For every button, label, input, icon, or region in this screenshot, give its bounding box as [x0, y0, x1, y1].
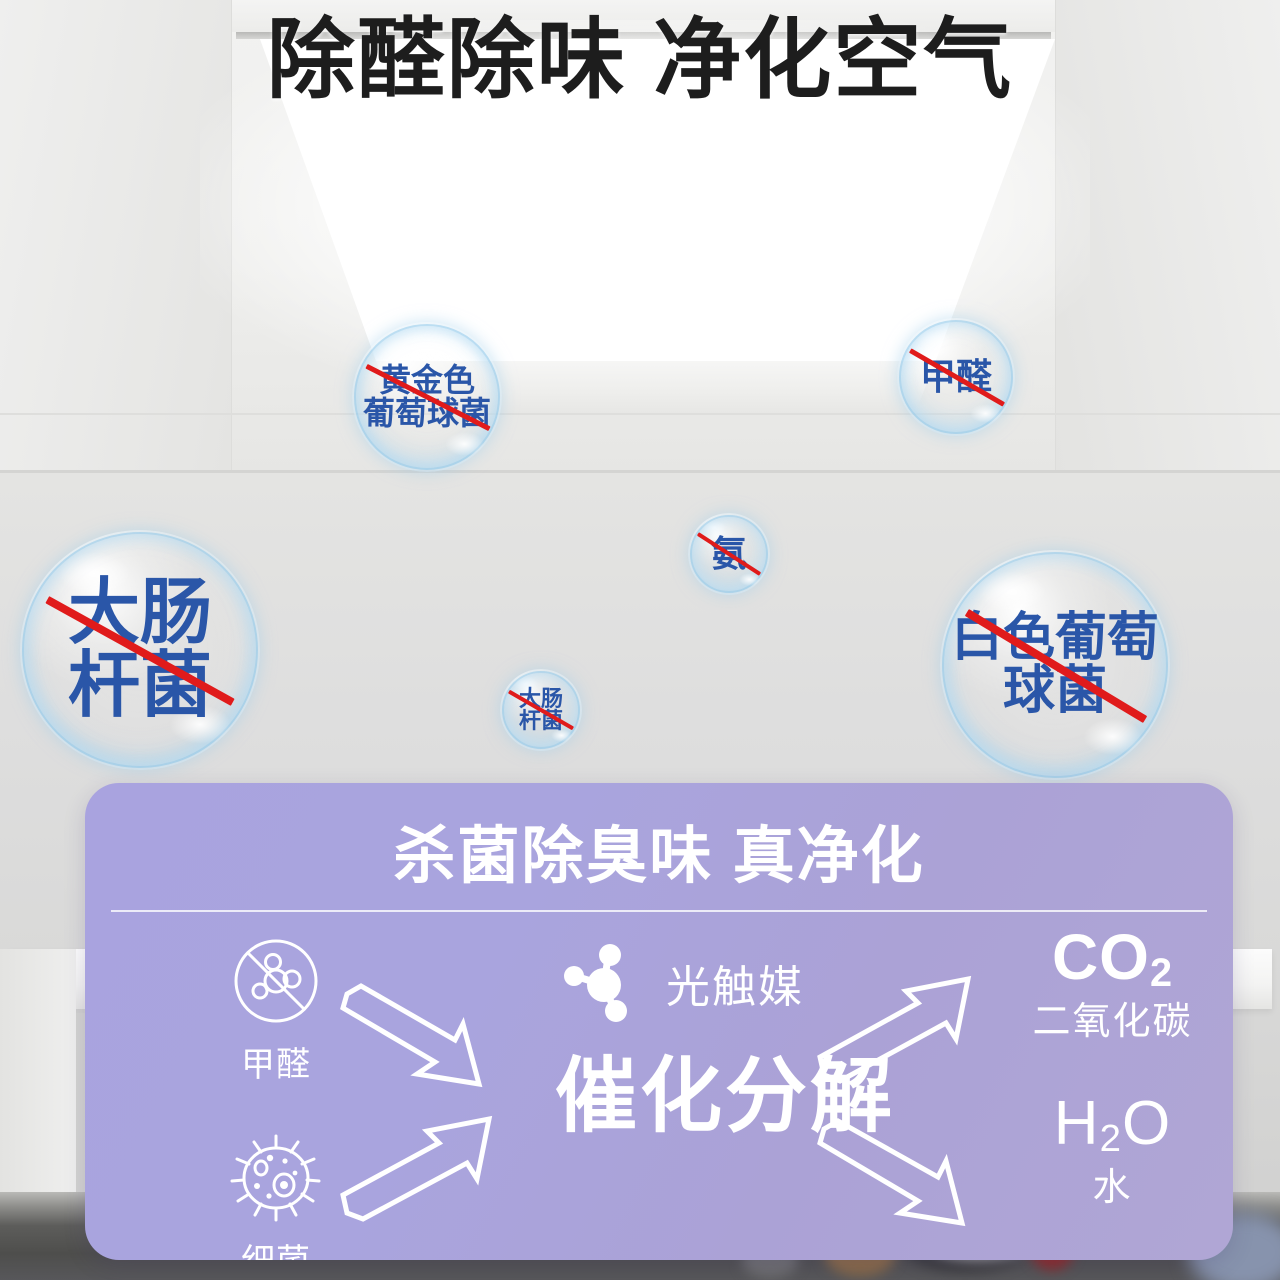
arrow-process-to-h2o	[817, 1118, 972, 1233]
pollutant-inputs: 甲醛	[193, 929, 359, 1260]
bubble-staph-white: 白色葡萄 球菌	[940, 550, 1170, 780]
bubble-staph-gold: 黄金色 葡萄球菌	[352, 322, 502, 472]
purification-panel: 杀菌除臭味 真净化 甲醛 光触媒 催化分解 CO2 二氧化碳 H2O 水	[85, 783, 1233, 1260]
bubble-ecoli-small: 大肠 杆菌	[500, 669, 582, 751]
h2o-formula-text: H	[1053, 1089, 1100, 1158]
bubble-ecoli-large: 大肠 杆菌	[20, 530, 260, 770]
output-co2: CO2 二氧化碳	[990, 925, 1233, 1041]
promo-banner: 除醛除味 净化空气 黄金色 葡萄球菌 甲醛 大肠 杆菌 白色葡萄 球菌 氨 大肠…	[0, 0, 1280, 1280]
bubble-formaldehyde: 甲醛	[897, 318, 1015, 436]
photocatalyst-label: 光触媒	[666, 963, 804, 1012]
output-h2o: H2O 水	[990, 1093, 1233, 1209]
panel-title: 杀菌除臭味 真净化	[393, 822, 925, 891]
arrow-bacteria-to-process	[340, 1113, 493, 1223]
ceiling-seam	[0, 413, 1280, 415]
h2o-formula: H2O	[990, 1093, 1233, 1158]
h2o-caption: 水	[1092, 1167, 1133, 1209]
co2-caption: 二氧化碳	[1032, 1001, 1193, 1043]
h2o-formula-tail: O	[1121, 1089, 1172, 1158]
no-formaldehyde-molecule-icon	[193, 929, 359, 1033]
input-formaldehyde: 甲醛	[193, 929, 359, 1086]
bacteria-icon	[193, 1126, 359, 1230]
page-title: 除醛除味 净化空气	[266, 10, 1014, 109]
co2-subscript: 2	[1149, 951, 1174, 996]
input-label: 甲醛	[241, 1046, 311, 1084]
input-bacteria: 细菌	[193, 1126, 359, 1260]
arrow-formaldehyde-to-process	[340, 983, 483, 1092]
co2-formula: CO2	[990, 925, 1233, 993]
h2o-subscript: 2	[1099, 1116, 1122, 1160]
co2-formula-text: CO	[1051, 921, 1150, 993]
bubble-ammonia: 氨	[688, 513, 770, 595]
divider	[111, 910, 1207, 912]
arrow-process-to-co2	[817, 973, 972, 1085]
molecule-icon	[558, 943, 650, 1023]
purified-outputs: CO2 二氧化碳 H2O 水	[990, 925, 1233, 1207]
input-label: 细菌	[193, 1234, 359, 1260]
